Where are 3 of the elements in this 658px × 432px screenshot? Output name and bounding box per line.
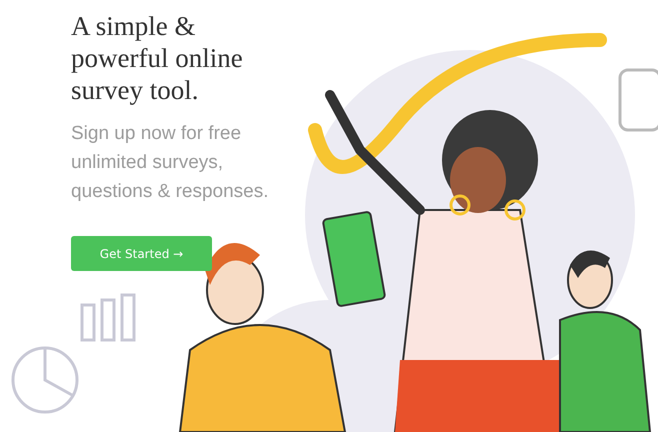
headline: A simple & powerful online survey tool. [71,10,244,106]
subheadline: Sign up now for free unlimited surveys, questions & responses. [71,122,270,204]
get-started-button[interactable]: Get Started → [71,236,212,271]
